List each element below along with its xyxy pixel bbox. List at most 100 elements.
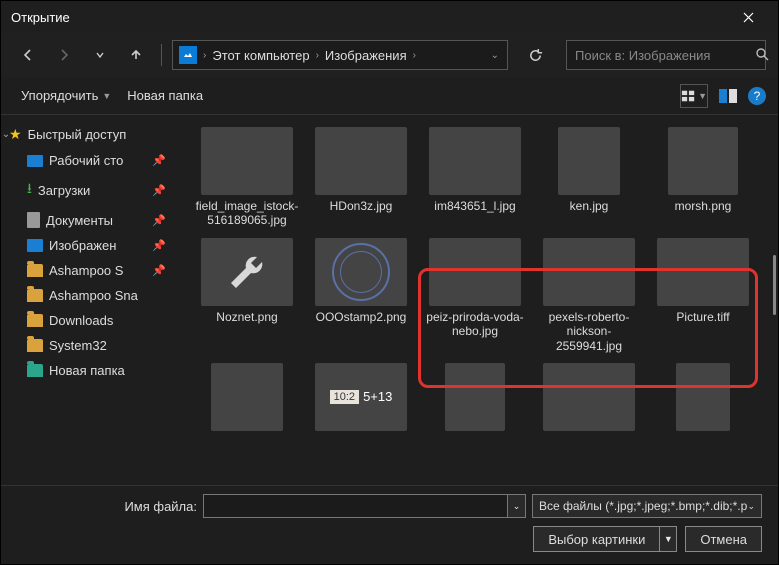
thumbnail (668, 127, 738, 195)
file-item[interactable]: 10:25+13 (308, 363, 414, 431)
chevron-down-icon[interactable]: ⌄ (1, 129, 13, 140)
cancel-button[interactable]: Отмена (685, 526, 762, 552)
dialog-footer: Имя файла: ⌄ Все файлы (*.jpg;*.jpeg;*.b… (1, 485, 778, 564)
help-button[interactable]: ? (748, 87, 766, 105)
sidebar-item-label: Downloads (49, 313, 113, 328)
sidebar-item-label: Быстрый доступ (28, 127, 127, 142)
organize-label: Упорядочить (21, 88, 98, 103)
search-icon[interactable] (755, 47, 769, 64)
sidebar-quick-access[interactable]: ⌄ ★ Быстрый доступ (1, 121, 176, 148)
filename-history-dropdown[interactable]: ⌄ (508, 494, 526, 518)
sidebar-item-label: Изображен (49, 238, 116, 253)
sidebar-item-folder[interactable]: Новая папка (1, 358, 176, 383)
sidebar-item-label: Новая папка (49, 363, 125, 378)
back-button[interactable] (13, 40, 43, 70)
sidebar-item-downloads[interactable]: ⭳ Загрузки 📌 (1, 173, 176, 207)
file-label: field_image_istock-516189065.jpg (195, 199, 299, 228)
sidebar-item-documents[interactable]: Документы 📌 (1, 207, 176, 233)
view-mode-button[interactable]: ▼ (680, 84, 708, 108)
chevron-right-icon[interactable]: › (201, 50, 208, 61)
pin-icon: 📌 (152, 154, 170, 167)
sidebar-item-folder[interactable]: System32 (1, 333, 176, 358)
file-grid: field_image_istock-516189065.jpg HDon3z.… (176, 115, 778, 443)
open-button[interactable]: Выбор картинки (533, 526, 659, 552)
new-folder-button[interactable]: Новая папка (119, 84, 211, 107)
file-label: pexels-roberto-nickson-2559941.jpg (537, 310, 641, 353)
file-item[interactable]: morsh.png (650, 127, 756, 228)
thumbnail (676, 363, 730, 431)
refresh-button[interactable] (520, 40, 550, 70)
filter-label: Все файлы (*.jpg;*.jpeg;*.bmp;*.dib;*.p (539, 499, 747, 513)
file-type-filter[interactable]: Все файлы (*.jpg;*.jpeg;*.bmp;*.dib;*.p … (532, 494, 762, 518)
breadcrumb-segment[interactable]: Этот компьютер (212, 48, 309, 63)
thumbnail (429, 127, 521, 195)
file-item[interactable]: HDon3z.jpg (308, 127, 414, 228)
sidebar-item-label: System32 (49, 338, 107, 353)
sidebar: ⌄ ★ Быстрый доступ Рабочий сто 📌 ⭳ Загру… (1, 115, 176, 485)
file-item[interactable]: im843651_l.jpg (422, 127, 528, 228)
search-box[interactable] (566, 40, 766, 70)
file-item[interactable] (650, 363, 756, 431)
file-item[interactable]: ken.jpg (536, 127, 642, 228)
preview-pane-button[interactable] (714, 84, 742, 108)
pin-icon: 📌 (152, 184, 170, 197)
folder-icon (27, 289, 43, 302)
history-dropdown[interactable] (85, 40, 115, 70)
file-label: morsh.png (675, 199, 732, 213)
thumbnail (211, 363, 283, 431)
thumbnail (445, 363, 505, 431)
breadcrumb-segment[interactable]: Изображения (325, 48, 407, 63)
nav-bar: › Этот компьютер › Изображения › ⌄ (1, 33, 778, 77)
organize-menu[interactable]: Упорядочить ▼ (13, 84, 119, 107)
file-open-dialog: Открытие › Этот компьютер › Изображения … (0, 0, 779, 565)
new-folder-label: Новая папка (127, 88, 203, 103)
file-item[interactable]: peiz-priroda-voda-nebo.jpg (422, 238, 528, 353)
thumbnail (429, 238, 521, 306)
thumbnail (315, 238, 407, 306)
sidebar-item-folder[interactable]: Downloads (1, 308, 176, 333)
file-item[interactable] (536, 363, 642, 431)
file-item[interactable]: OOOstamp2.png (308, 238, 414, 353)
filename-input[interactable] (203, 494, 508, 518)
file-item[interactable]: pexels-roberto-nickson-2559941.jpg (536, 238, 642, 353)
thumbnail (201, 238, 293, 306)
forward-button[interactable] (49, 40, 79, 70)
up-button[interactable] (121, 40, 151, 70)
file-item[interactable] (194, 363, 300, 431)
filename-label: Имя файла: (17, 499, 197, 514)
close-button[interactable] (728, 1, 768, 33)
chevron-down-icon: ▼ (698, 91, 707, 101)
open-label: Выбор картинки (548, 532, 645, 547)
file-label: im843651_l.jpg (434, 199, 515, 213)
sidebar-item-desktop[interactable]: Рабочий сто 📌 (1, 148, 176, 173)
chevron-right-icon[interactable]: › (411, 50, 418, 61)
sidebar-item-pictures[interactable]: Изображен 📌 (1, 233, 176, 258)
pin-icon: 📌 (152, 264, 170, 277)
desktop-icon (27, 155, 43, 167)
sidebar-item-folder[interactable]: Ashampoo S 📌 (1, 258, 176, 283)
toolbar: Упорядочить ▼ Новая папка ▼ ? (1, 77, 778, 115)
thumbnail (558, 127, 620, 195)
search-input[interactable] (575, 48, 751, 63)
pictures-icon (27, 239, 43, 252)
folder-icon (27, 264, 43, 277)
breadcrumb-bar[interactable]: › Этот компьютер › Изображения › ⌄ (172, 40, 508, 70)
thumbnail (201, 127, 293, 195)
pin-icon: 📌 (152, 214, 170, 227)
chevron-down-icon: ⌄ (747, 501, 755, 512)
file-item[interactable]: field_image_istock-516189065.jpg (194, 127, 300, 228)
folder-icon (27, 314, 43, 327)
file-item[interactable]: Picture.tiff (650, 238, 756, 353)
open-dropdown[interactable]: ▼ (659, 526, 677, 552)
breadcrumb-dropdown-icon[interactable]: ⌄ (489, 50, 501, 61)
file-label: HDon3z.jpg (330, 199, 393, 213)
file-item[interactable] (422, 363, 528, 431)
thumbnail (315, 127, 407, 195)
scrollbar-thumb[interactable] (773, 255, 776, 315)
chevron-right-icon[interactable]: › (314, 50, 321, 61)
sidebar-item-folder[interactable]: Ashampoo Sna (1, 283, 176, 308)
sidebar-item-label: Загрузки (38, 183, 90, 198)
file-item[interactable]: Noznet.png (194, 238, 300, 353)
folder-icon (27, 364, 43, 377)
file-label: Noznet.png (216, 310, 277, 324)
